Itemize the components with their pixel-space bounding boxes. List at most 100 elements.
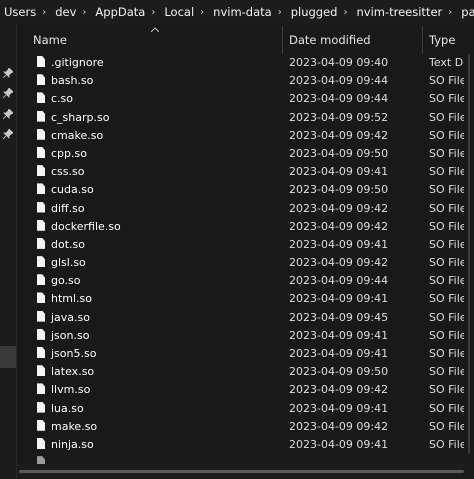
file-icon [37, 56, 45, 67]
pin-icon[interactable] [2, 108, 14, 120]
file-name: c.so [51, 92, 74, 106]
file-row[interactable]: ninja.so 2023-04-09 09:41 SO File [17, 436, 474, 454]
column-header-type[interactable]: Type [429, 33, 455, 47]
file-date: 2023-04-09 09:41 [289, 437, 389, 451]
file-date: 2023-04-09 09:44 [289, 92, 389, 106]
file-row[interactable]: cmake.so 2023-04-09 09:42 SO File [17, 127, 474, 145]
file-type: SO File [429, 110, 467, 124]
file-date: 2023-04-09 09:42 [289, 383, 389, 397]
file-name: dockerfile.so [51, 219, 121, 233]
horizontal-scrollbar[interactable] [17, 464, 474, 479]
breadcrumb-separator-icon[interactable]: › [272, 7, 287, 18]
breadcrumb-nvim-treesitter[interactable]: nvim-treesitter [352, 5, 442, 19]
file-date: 2023-04-09 09:41 [289, 237, 389, 251]
breadcrumb-separator-icon[interactable]: › [194, 7, 209, 18]
file-row[interactable]: c.so 2023-04-09 09:44 SO File [17, 90, 474, 108]
file-type: SO File [429, 165, 467, 179]
vertical-scrollbar-thumb[interactable] [468, 54, 470, 454]
file-icon [37, 310, 45, 322]
breadcrumb-local[interactable]: Local [160, 5, 194, 19]
file-list: Name Date modified Type .gitignore 2023-0… [17, 24, 474, 468]
file-icon [37, 237, 45, 249]
breadcrumb-nvim-data[interactable]: nvim-data [209, 5, 272, 19]
file-row[interactable]: latex.so 2023-04-09 09:50 SO File [17, 363, 474, 381]
file-date: 2023-04-09 09:52 [289, 110, 389, 124]
vertical-scrollbar[interactable] [464, 24, 474, 464]
pin-icon[interactable] [2, 128, 14, 140]
column-header-date-modified[interactable]: Date modified [289, 33, 371, 47]
file-name: cuda.so [51, 183, 94, 197]
file-type: SO File [429, 201, 467, 215]
file-date: 2023-04-09 09:41 [289, 292, 389, 306]
column-divider[interactable] [282, 26, 283, 54]
file-type: SO File [429, 292, 467, 306]
file-name: html.so [51, 292, 93, 306]
file-row[interactable]: bash.so 2023-04-09 09:44 SO File [17, 72, 474, 90]
file-row[interactable]: css.so 2023-04-09 09:41 SO File [17, 163, 474, 181]
file-name: dot.so [51, 237, 85, 251]
file-date: 2023-04-09 09:42 [289, 256, 389, 270]
file-name: glsl.so [51, 256, 86, 270]
file-name: c_sharp.so [51, 110, 110, 124]
file-row[interactable]: glsl.so 2023-04-09 09:42 SO File [17, 254, 474, 272]
file-name: latex.so [51, 365, 95, 379]
file-row[interactable]: c_sharp.so 2023-04-09 09:52 SO File [17, 109, 474, 127]
file-date: 2023-04-09 09:50 [289, 146, 389, 160]
breadcrumb-dev[interactable]: dev [51, 5, 76, 19]
file-row[interactable]: json5.so 2023-04-09 09:41 SO File [17, 345, 474, 363]
file-type: SO File [429, 419, 467, 433]
file-row[interactable]: cuda.so 2023-04-09 09:50 SO File [17, 181, 474, 199]
file-icon [37, 437, 45, 449]
file-type: SO File [429, 365, 467, 379]
file-row[interactable]: cpp.so 2023-04-09 09:50 SO File [17, 145, 474, 163]
file-date: 2023-04-09 09:42 [289, 419, 389, 433]
file-icon [37, 219, 45, 231]
breadcrumb-appdata[interactable]: AppData [91, 5, 145, 19]
file-row[interactable]: json.so 2023-04-09 09:41 SO File [17, 327, 474, 345]
file-type: SO File [429, 92, 467, 106]
file-row[interactable]: lua.so 2023-04-09 09:41 SO File [17, 400, 474, 418]
file-row[interactable]: go.so 2023-04-09 09:44 SO File [17, 272, 474, 290]
file-row[interactable]: html.so 2023-04-09 09:41 SO File [17, 290, 474, 308]
file-icon [37, 347, 45, 358]
file-name: llvm.so [51, 383, 91, 397]
file-name: bash.so [51, 74, 94, 88]
file-date: 2023-04-09 09:50 [289, 183, 389, 197]
file-date: 2023-04-09 09:44 [289, 274, 389, 288]
breadcrumb-separator-icon[interactable]: › [76, 7, 91, 18]
file-row[interactable]: dot.so 2023-04-09 09:41 SO File [17, 236, 474, 254]
pin-icon[interactable] [2, 67, 14, 79]
nav-selected-item[interactable] [0, 346, 16, 368]
file-type: SO File [429, 237, 467, 251]
file-row[interactable]: java.so 2023-04-09 09:45 SO File [17, 309, 474, 327]
file-row[interactable]: dockerfile.so 2023-04-09 09:42 SO File [17, 218, 474, 236]
file-type: SO File [429, 74, 467, 88]
file-type: SO File [429, 219, 467, 233]
file-name: json5.so [51, 347, 97, 360]
file-icon [37, 74, 45, 86]
file-name: .gitignore [51, 56, 104, 69]
file-icon [37, 328, 45, 340]
file-row[interactable]: llvm.so 2023-04-09 09:42 SO File [17, 381, 474, 399]
file-row[interactable]: .gitignore2023-04-09 09:40Text Docu [17, 54, 474, 72]
file-date: 2023-04-09 09:41 [289, 401, 389, 415]
file-date: 2023-04-09 09:44 [289, 74, 389, 88]
breadcrumb-plugged[interactable]: plugged [287, 5, 338, 19]
breadcrumb-separator-icon[interactable]: › [36, 7, 51, 18]
file-icon [37, 146, 45, 158]
breadcrumb-separator-icon[interactable]: › [442, 7, 457, 18]
column-divider[interactable] [422, 26, 423, 54]
column-header-name[interactable]: Name [33, 33, 67, 47]
file-row[interactable]: diff.so 2023-04-09 09:42 SO File [17, 200, 474, 218]
breadcrumb-separator-icon[interactable]: › [337, 7, 352, 18]
pin-icon[interactable] [2, 87, 14, 99]
breadcrumb-users[interactable]: Users [0, 5, 36, 19]
file-icon [37, 274, 45, 286]
breadcrumb-separator-icon[interactable]: › [145, 7, 160, 18]
file-type: SO File [429, 274, 467, 288]
horizontal-scrollbar-thumb[interactable] [19, 470, 464, 473]
file-name: cmake.so [51, 128, 104, 142]
breadcrumb-parser[interactable]: parser [457, 5, 474, 19]
file-type: SO File [429, 383, 467, 397]
file-row[interactable]: make.so 2023-04-09 09:42 SO File [17, 418, 474, 436]
